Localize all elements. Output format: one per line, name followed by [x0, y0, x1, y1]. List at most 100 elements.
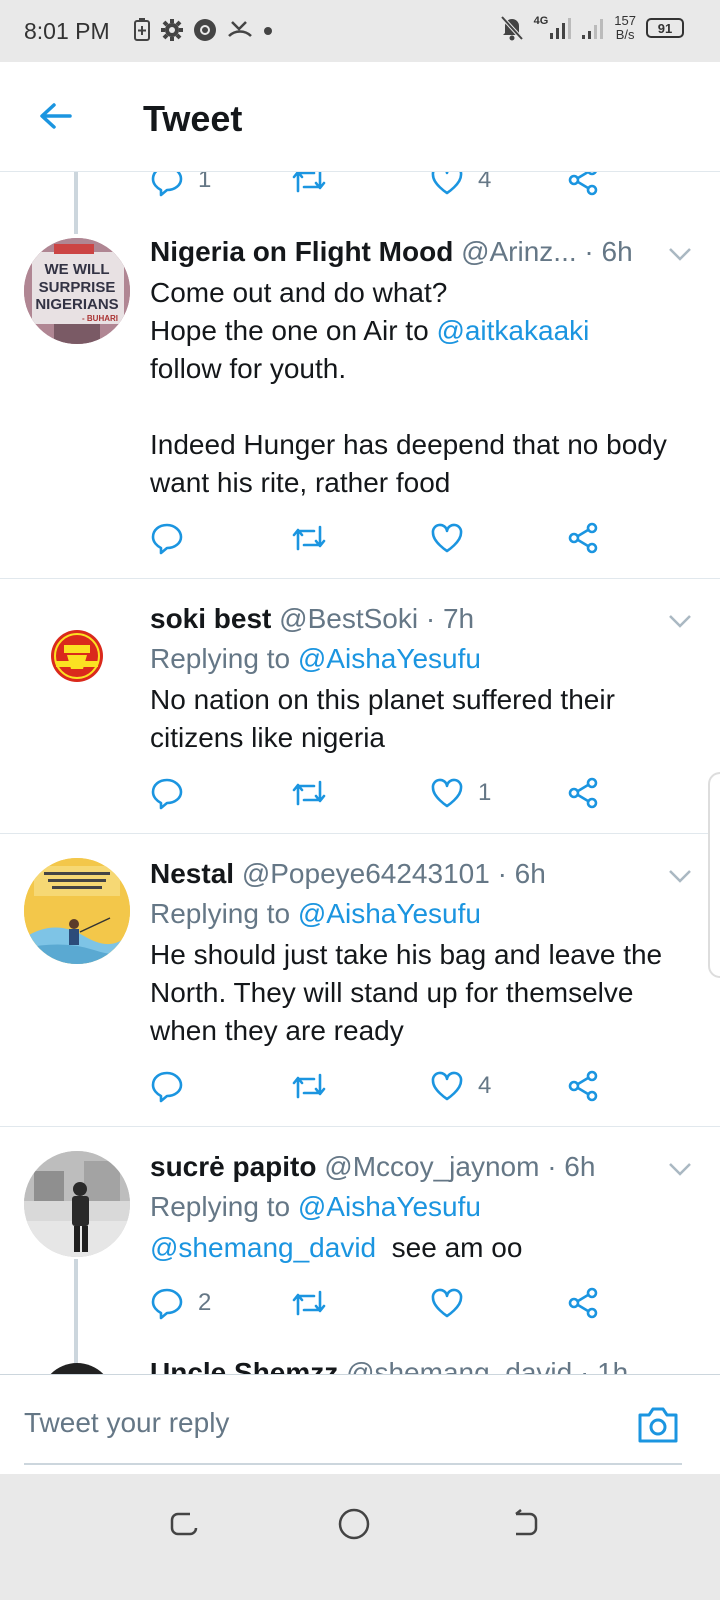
network-speed-unit: B/s	[615, 27, 635, 42]
reply-button[interactable]	[150, 1066, 198, 1106]
tweet-item[interactable]: WE WILL SURPRISE NIGERIANS - BUHARI Nige…	[0, 202, 720, 579]
replying-to-prefix: Replying to	[150, 1191, 298, 1222]
replying-to-prefix: Replying to	[150, 898, 298, 929]
heart-icon	[431, 1288, 463, 1318]
chevron-down-icon[interactable]	[666, 1155, 694, 1183]
tweet-time: · 1h	[579, 1357, 629, 1374]
share-icon	[568, 1070, 598, 1102]
edge-panel-handle[interactable]	[708, 772, 720, 978]
tweet-item[interactable]: soki best @BestSoki · 7h Replying to @Ai…	[0, 579, 720, 834]
retweet-button[interactable]	[290, 518, 328, 558]
heart-icon	[431, 172, 463, 195]
share-button[interactable]	[566, 1283, 600, 1323]
like-button[interactable]	[430, 518, 478, 558]
retweet-button[interactable]	[290, 773, 328, 813]
reply-icon	[151, 1071, 183, 1103]
avatar[interactable]	[24, 858, 130, 964]
avatar-line-3: NIGERIANS	[35, 296, 118, 313]
avatar-image	[24, 858, 130, 964]
share-button[interactable]	[566, 172, 600, 200]
share-button[interactable]	[566, 518, 600, 558]
recent-apps-icon[interactable]	[164, 1504, 204, 1544]
club-crest-icon	[24, 603, 130, 709]
avatar[interactable]	[24, 603, 130, 709]
reply-button[interactable]	[150, 518, 198, 558]
reply-icon	[151, 1288, 183, 1320]
author-handle[interactable]: @Mccoy_jaynom	[324, 1151, 539, 1182]
tweet-time: · 6h	[497, 858, 546, 889]
author-handle[interactable]: @BestSoki	[279, 603, 418, 634]
signal-strength-2-icon	[582, 19, 604, 39]
reply-icon	[151, 172, 183, 197]
app-header: Tweet	[0, 62, 720, 172]
share-icon	[568, 777, 598, 809]
back-arrow-icon[interactable]	[36, 96, 76, 136]
chevron-down-icon[interactable]	[666, 607, 694, 635]
battery-saver-icon	[134, 18, 150, 41]
like-count: 4	[478, 1072, 492, 1099]
mention-link[interactable]: @shemang_david	[150, 1232, 376, 1263]
mention-link[interactable]: @aitkakaaki	[436, 315, 589, 346]
tweet-item[interactable]: Nestal @Popeye64243101 · 6h Replying to …	[0, 834, 720, 1127]
reply-icon	[151, 523, 183, 555]
avatar-line-2: SURPRISE	[39, 279, 116, 296]
retweet-icon	[292, 1290, 326, 1316]
next-avatar-partial	[40, 1363, 114, 1374]
tweet-actions: 2	[150, 1283, 620, 1323]
retweet-icon	[292, 525, 326, 551]
network-type-label: 4G	[533, 15, 549, 27]
status-bar: 8:01 PM 4G 157 B/s 91	[0, 0, 720, 62]
avatar[interactable]: WE WILL SURPRISE NIGERIANS - BUHARI	[24, 238, 130, 344]
like-count: 1	[478, 779, 492, 806]
missed-call-icon	[228, 21, 252, 37]
avatar-line-1: WE WILL	[45, 261, 110, 278]
author-name[interactable]: sucrė papito	[150, 1151, 316, 1182]
tweet-actions: 1	[150, 773, 620, 813]
like-button[interactable]: 1	[430, 773, 491, 813]
signal-strength-icon	[550, 18, 572, 39]
author-name[interactable]: Nestal	[150, 858, 234, 889]
reply-button[interactable]: 1	[150, 172, 211, 200]
chevron-down-icon[interactable]	[666, 862, 694, 890]
camera-icon[interactable]	[636, 1405, 680, 1445]
reply-button[interactable]	[150, 773, 198, 813]
author-name: Uncle Shemzz	[150, 1357, 339, 1374]
replying-to-link[interactable]: @AishaYesufu	[298, 898, 481, 929]
avatar-image: WE WILL SURPRISE NIGERIANS - BUHARI	[24, 238, 130, 344]
reply-input[interactable]: Tweet your reply	[24, 1407, 229, 1439]
tweet-time: · 6h	[584, 236, 633, 267]
reply-button[interactable]: 2	[150, 1283, 211, 1323]
retweet-button[interactable]	[290, 1066, 328, 1106]
author-name[interactable]: Nigeria on Flight Mood	[150, 236, 453, 267]
thread-connector-line	[74, 1259, 78, 1374]
chevron-down-icon[interactable]	[666, 240, 694, 268]
retweet-button[interactable]	[290, 172, 328, 200]
reply-feed[interactable]: 1 4 WE WILL SURPRISE NIGERIANS - BUHARI	[0, 172, 720, 1374]
tweet-header: soki best @BestSoki · 7h	[150, 603, 684, 635]
replying-to: Replying to @AishaYesufu	[150, 1191, 481, 1223]
replying-to-link[interactable]: @AishaYesufu	[298, 1191, 481, 1222]
replying-to: Replying to @AishaYesufu	[150, 898, 481, 930]
retweet-icon	[292, 172, 326, 193]
author-handle[interactable]: @Arinz...	[461, 236, 577, 267]
reply-composer[interactable]: Tweet your reply	[0, 1374, 720, 1474]
back-nav-icon[interactable]	[504, 1504, 544, 1544]
like-button[interactable]: 4	[430, 172, 491, 200]
share-button[interactable]	[566, 773, 600, 813]
avatar[interactable]	[24, 1151, 130, 1257]
share-button[interactable]	[566, 1066, 600, 1106]
tweet-time: · 6h	[547, 1151, 596, 1182]
tweet-header: Nestal @Popeye64243101 · 6h	[150, 858, 684, 890]
retweet-button[interactable]	[290, 1283, 328, 1323]
author-handle[interactable]: @Popeye64243101	[242, 858, 490, 889]
like-button[interactable]	[430, 1283, 478, 1323]
next-tweet-header-partial: Uncle Shemzz @shemang_david · 1h	[150, 1357, 684, 1374]
network-speed: 157 B/s	[614, 14, 636, 42]
replying-to-link[interactable]: @AishaYesufu	[298, 643, 481, 674]
author-name[interactable]: soki best	[150, 603, 271, 634]
home-icon[interactable]	[334, 1504, 374, 1544]
tweet-actions	[150, 518, 620, 558]
like-button[interactable]: 4	[430, 1066, 491, 1106]
mute-bell-icon	[500, 15, 524, 41]
tweet-item[interactable]: sucrė papito @Mccoy_jaynom · 6h Replying…	[0, 1127, 720, 1374]
